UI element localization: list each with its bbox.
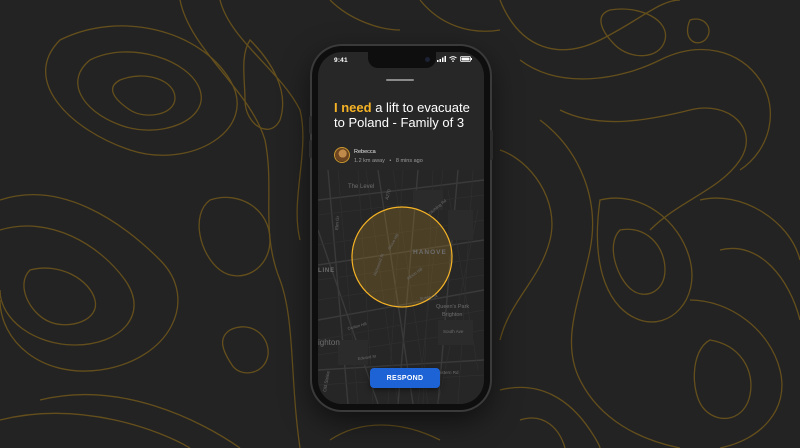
status-icons [437, 56, 472, 62]
notch [368, 52, 436, 68]
map-label-south-ave: South Ave [443, 329, 464, 334]
volume-button [309, 116, 312, 134]
sheet-drag-handle[interactable] [386, 79, 414, 81]
map-label-queens-park: Queen's Park [436, 304, 469, 310]
power-button [490, 130, 493, 160]
request-title-highlight: I need [334, 100, 372, 115]
meta-separator: • [389, 158, 392, 164]
signal-icon [437, 56, 446, 62]
requester-distance: 1.2 km away [354, 158, 385, 164]
map-label-the-level: The Level [348, 184, 374, 190]
map-label-brighton: ighton [318, 338, 340, 347]
app-screen: 9:41 I need a lift to evacuate to Poland… [318, 52, 484, 404]
map-label-line: LINE [318, 268, 335, 274]
map-label-hanover: HANOVE [413, 249, 447, 256]
search-radius-circle [351, 206, 453, 308]
wifi-icon [449, 56, 457, 62]
map-label-queens-park-sub: Brighton [442, 312, 463, 318]
avatar[interactable] [334, 147, 350, 163]
battery-icon [460, 56, 472, 62]
respond-button[interactable]: RESPOND [370, 368, 440, 388]
phone-mockup: 9:41 I need a lift to evacuate to Poland… [309, 46, 493, 410]
camera-icon [425, 57, 430, 62]
request-title: I need a lift to evacuate to Poland - Fa… [334, 100, 474, 130]
requester-name: Rebecca [354, 149, 376, 155]
status-time: 9:41 [334, 57, 348, 64]
requester-time-ago: 8 mins ago [395, 158, 423, 164]
volume-button [309, 140, 312, 158]
requester-meta: 1.2 km away • 8 mins ago [354, 158, 423, 164]
